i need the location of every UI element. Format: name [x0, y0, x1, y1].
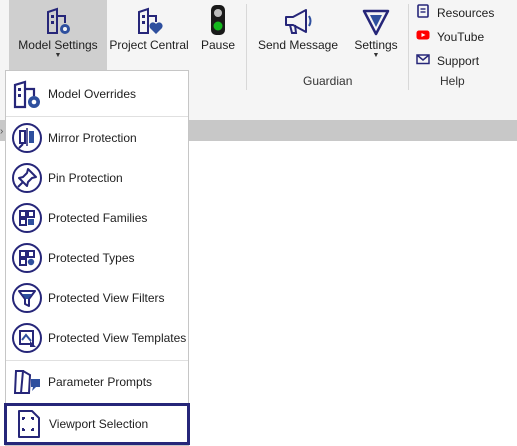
youtube-label: YouTube: [437, 29, 485, 44]
parameter-prompt-icon: [10, 365, 44, 399]
settings-button[interactable]: Settings ▼: [350, 0, 402, 70]
guardian-group-label: Guardian: [303, 74, 353, 88]
group-divider: [408, 4, 409, 90]
building-gear-icon: [10, 77, 44, 111]
megaphone-icon: [282, 0, 314, 36]
menu-item-label: Protected View Filters: [48, 291, 165, 305]
menu-item-label: Protected Families: [48, 211, 148, 225]
collapse-arrow-icon[interactable]: ›: [0, 126, 3, 137]
project-central-label: Project Central: [109, 38, 189, 52]
menu-item-label: Parameter Prompts: [48, 375, 153, 389]
support-label: Support: [437, 53, 480, 68]
model-settings-label: Model Settings: [18, 38, 98, 52]
menu-item-pin-protection[interactable]: Pin Protection: [6, 159, 188, 197]
chevron-down-icon: ▼: [372, 52, 380, 59]
group-divider: [246, 4, 247, 90]
building-gear-icon: [43, 0, 73, 36]
menu-item-mirror-protection[interactable]: Mirror Protection: [6, 119, 188, 157]
menu-item-label: Viewport Selection: [49, 417, 149, 431]
pause-label: Pause: [200, 38, 236, 52]
menu-item-label: Model Overrides: [48, 87, 137, 101]
project-central-button[interactable]: Project Central: [108, 0, 190, 70]
help-group-label: Help: [440, 74, 465, 88]
youtube-icon: [416, 28, 430, 45]
settings-label: Settings: [354, 38, 398, 52]
resources-label: Resources: [437, 5, 495, 20]
send-message-button[interactable]: Send Message: [254, 0, 342, 70]
menu-separator: [6, 360, 188, 361]
support-link[interactable]: Support: [416, 52, 479, 69]
chevron-down-icon: ▼: [54, 52, 62, 59]
youtube-link[interactable]: YouTube: [416, 28, 484, 45]
filter-icon: [10, 281, 44, 315]
menu-item-model-overrides[interactable]: Model Overrides: [6, 75, 188, 113]
send-message-label: Send Message: [257, 38, 339, 52]
families-icon: [10, 201, 44, 235]
view-template-icon: [10, 321, 44, 355]
menu-item-label: Protected View Templates: [48, 331, 187, 345]
book-icon: [416, 4, 430, 21]
menu-item-viewport-selection[interactable]: Viewport Selection: [4, 403, 190, 445]
menu-item-protected-view-templates[interactable]: Protected View Templates: [6, 319, 188, 357]
menu-item-protected-families[interactable]: Protected Families: [6, 199, 188, 237]
model-settings-menu: Model Overrides Mirror Protection Pin Pr…: [4, 70, 190, 446]
menu-item-label: Pin Protection: [48, 171, 123, 185]
mirror-icon: [10, 121, 44, 155]
guardian-logo-icon: [361, 0, 391, 36]
envelope-icon: [416, 52, 430, 69]
viewport-selection-icon: [11, 407, 45, 441]
menu-item-parameter-prompts[interactable]: Parameter Prompts: [6, 363, 188, 401]
traffic-light-icon: [209, 0, 227, 36]
building-heart-icon: [134, 0, 164, 36]
menu-item-label: Protected Types: [48, 251, 135, 265]
pin-icon: [10, 161, 44, 195]
model-settings-button[interactable]: Model Settings ▼: [9, 0, 107, 70]
resources-link[interactable]: Resources: [416, 4, 494, 21]
types-icon: [10, 241, 44, 275]
pause-button[interactable]: Pause: [197, 0, 239, 70]
menu-separator: [6, 116, 188, 117]
menu-item-protected-view-filters[interactable]: Protected View Filters: [6, 279, 188, 317]
menu-item-label: Mirror Protection: [48, 131, 137, 145]
menu-item-protected-types[interactable]: Protected Types: [6, 239, 188, 277]
